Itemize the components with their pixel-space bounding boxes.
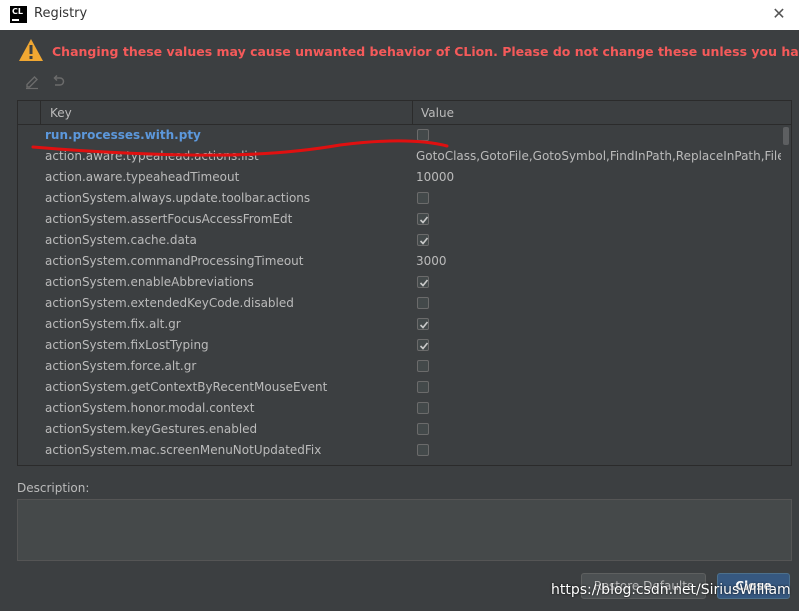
table-row[interactable]: actionSystem.keyGestures.enabled	[18, 419, 783, 440]
checkbox-unchecked[interactable]	[417, 192, 429, 204]
revert-icon[interactable]	[48, 72, 68, 92]
row-key: actionSystem.keyGestures.enabled	[45, 422, 258, 436]
row-key: actionSystem.getContextByRecentMouseEven…	[45, 380, 328, 394]
checkbox-unchecked[interactable]	[417, 129, 429, 141]
row-key: action.aware.typeahead.actions.list	[45, 149, 259, 163]
registry-dialog: CL Registry ✕ Changing these values may …	[0, 0, 799, 611]
warning-icon	[19, 39, 43, 61]
edit-icon[interactable]	[22, 72, 42, 92]
description-label: Description:	[17, 481, 90, 495]
checkbox-unchecked[interactable]	[417, 297, 429, 309]
table-row[interactable]: actionSystem.assertFocusAccessFromEdt	[18, 209, 783, 230]
table-row[interactable]: actionSystem.getContextByRecentMouseEven…	[18, 377, 783, 398]
restore-defaults-button[interactable]: Restore Defaults	[581, 573, 706, 599]
checkbox-checked[interactable]	[417, 276, 429, 288]
warning-banner: Changing these values may cause unwanted…	[18, 38, 799, 64]
table-row[interactable]: actionSystem.mac.screenMenuNotUpdatedFix	[18, 440, 783, 461]
row-value[interactable]: GotoClass,GotoFile,GotoSymbol,FindInPath…	[416, 146, 783, 167]
row-key: actionSystem.assertFocusAccessFromEdt	[45, 212, 293, 226]
table-row[interactable]: actionSystem.enableAbbreviations	[18, 272, 783, 293]
table-row[interactable]: action.aware.typeaheadTimeout 10000	[18, 167, 783, 188]
row-value[interactable]: 10000	[416, 167, 783, 188]
table-row[interactable]: actionSystem.always.update.toolbar.actio…	[18, 188, 783, 209]
clion-logo: CL	[10, 6, 27, 23]
checkbox-checked[interactable]	[417, 339, 429, 351]
checkbox-checked[interactable]	[417, 318, 429, 330]
scrollbar[interactable]	[781, 125, 791, 465]
table-header: Key Value	[18, 101, 791, 125]
warning-text: Changing these values may cause unwanted…	[52, 44, 799, 59]
table-row[interactable]: actionSystem.honor.modal.context	[18, 398, 783, 419]
checkbox-unchecked[interactable]	[417, 360, 429, 372]
checkbox-checked[interactable]	[417, 234, 429, 246]
row-key: actionSystem.mac.screenMenuNotUpdatedFix	[45, 443, 322, 457]
table-body: run.processes.with.pty action.aware.typea…	[18, 125, 783, 461]
row-key: actionSystem.fix.alt.gr	[45, 317, 181, 331]
row-key: actionSystem.commandProcessingTimeout	[45, 254, 304, 268]
row-key: run.processes.with.pty	[45, 128, 201, 142]
row-value[interactable]: 3000	[416, 251, 783, 272]
row-key: action.aware.typeaheadTimeout	[45, 170, 240, 184]
column-header-value[interactable]: Value	[421, 101, 454, 125]
checkbox-unchecked[interactable]	[417, 381, 429, 393]
table-row[interactable]: actionSystem.commandProcessingTimeout 300…	[18, 251, 783, 272]
checkbox-unchecked[interactable]	[417, 423, 429, 435]
row-key: actionSystem.always.update.toolbar.actio…	[45, 191, 311, 205]
scrollbar-thumb[interactable]	[783, 127, 789, 145]
table-row[interactable]: actionSystem.fixLostTyping	[18, 335, 783, 356]
window-title: Registry	[34, 6, 88, 21]
row-key: actionSystem.extendedKeyCode.disabled	[45, 296, 294, 310]
close-icon[interactable]: ✕	[771, 5, 787, 23]
row-key: actionSystem.honor.modal.context	[45, 401, 255, 415]
table-row[interactable]: actionSystem.fix.alt.gr	[18, 314, 783, 335]
table-row[interactable]: actionSystem.cache.data	[18, 230, 783, 251]
row-key: actionSystem.fixLostTyping	[45, 338, 209, 352]
registry-table: Key Value run.processes.with.pty action.a…	[17, 100, 792, 466]
row-key: actionSystem.cache.data	[45, 233, 197, 247]
column-header-key[interactable]: Key	[50, 101, 72, 125]
description-field	[17, 499, 792, 561]
checkbox-checked[interactable]	[417, 213, 429, 225]
title-bar: CL Registry ✕	[0, 0, 799, 30]
checkbox-unchecked[interactable]	[417, 444, 429, 456]
row-key: actionSystem.enableAbbreviations	[45, 275, 254, 289]
logo-text: CL	[12, 7, 23, 16]
table-row[interactable]: actionSystem.extendedKeyCode.disabled	[18, 293, 783, 314]
table-row[interactable]: run.processes.with.pty	[18, 125, 783, 146]
close-button[interactable]: Close	[717, 573, 790, 599]
table-row[interactable]: action.aware.typeahead.actions.list GotoC…	[18, 146, 783, 167]
checkbox-unchecked[interactable]	[417, 402, 429, 414]
table-row[interactable]: actionSystem.force.alt.gr	[18, 356, 783, 377]
row-key: actionSystem.force.alt.gr	[45, 359, 197, 373]
